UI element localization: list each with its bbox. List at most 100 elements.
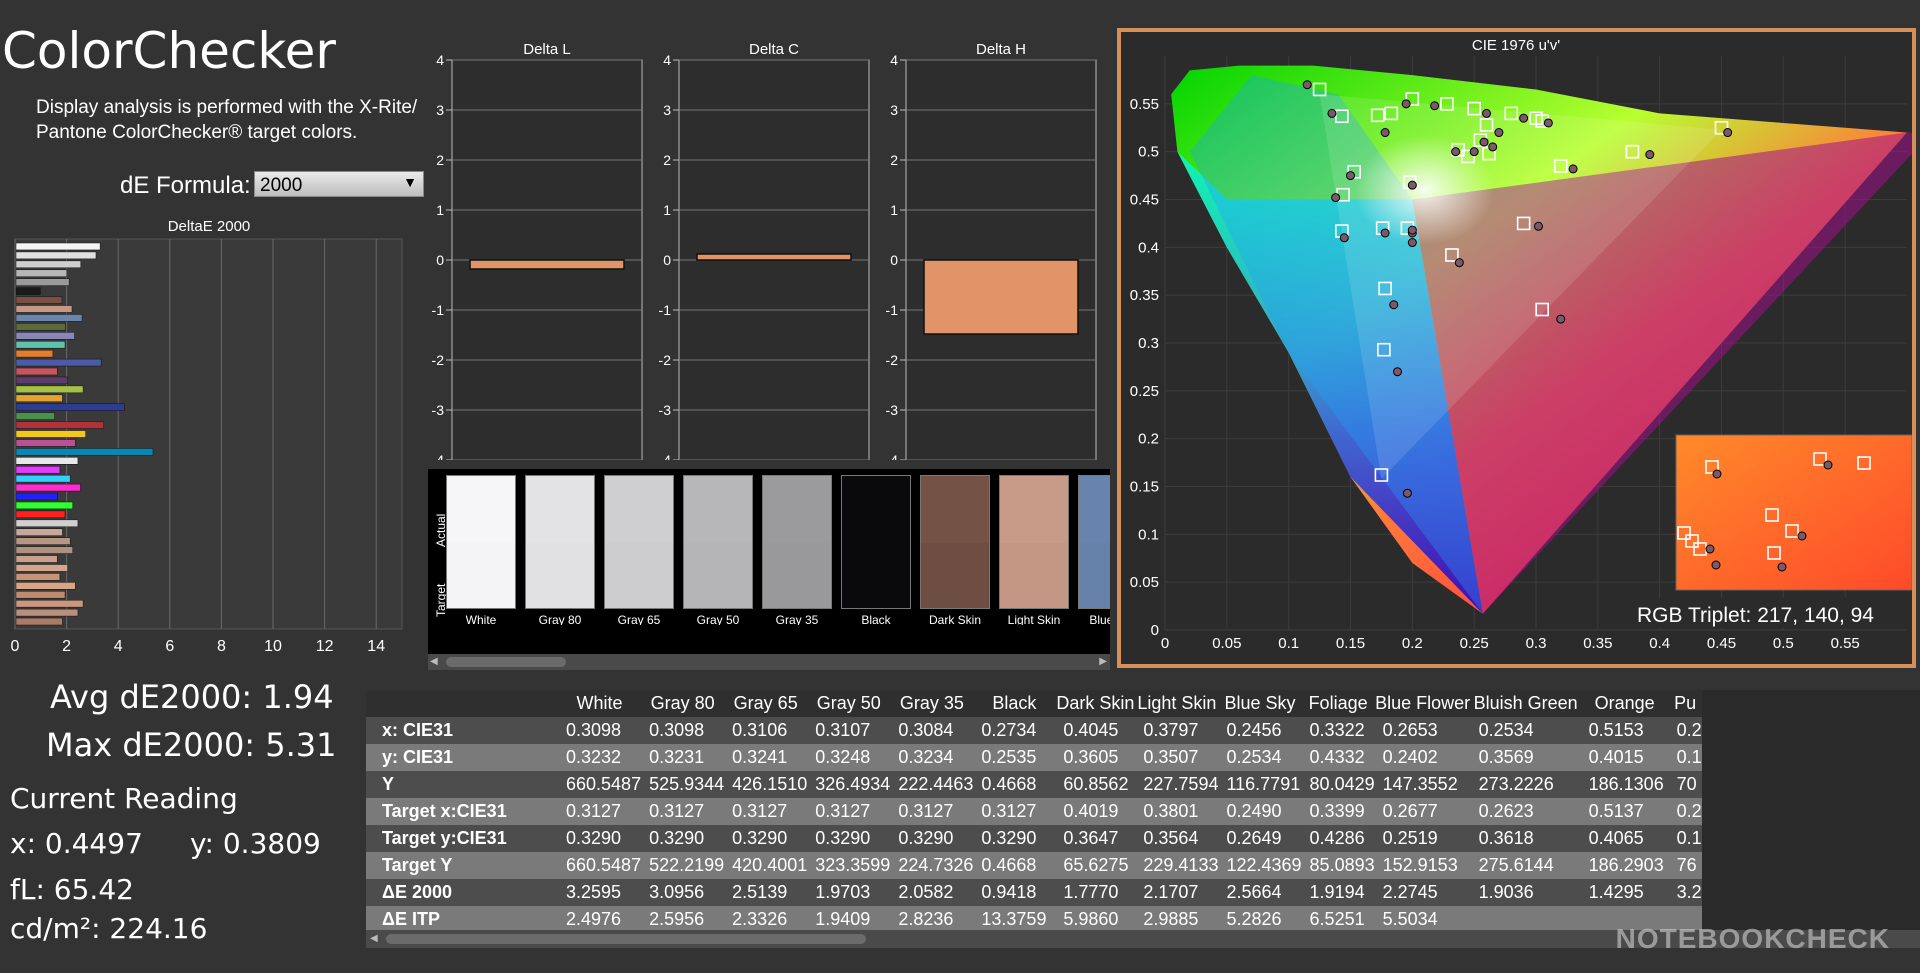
cie-ytick-label: 0.3 <box>1138 335 1159 352</box>
delta-tick-label: 2 <box>436 152 444 168</box>
table-cell: 2.5139 <box>732 882 788 902</box>
table-cell: 0.3127 <box>566 801 622 821</box>
cie-xtick-label: 0.2 <box>1402 635 1423 652</box>
delta-tick-label: 4 <box>890 52 898 68</box>
delta-tick-label: 1 <box>890 202 898 218</box>
table-cell <box>1471 906 1581 933</box>
delta-tick-label: -1 <box>886 302 899 318</box>
deltae-bar <box>15 448 154 456</box>
swatch-target <box>841 543 911 609</box>
table-cell: 1.9409 <box>815 909 871 929</box>
table-cell: 0.3290 <box>732 828 788 848</box>
table-cell: 275.6144 <box>1478 855 1554 875</box>
table-cell: 229.4133 <box>1143 855 1219 875</box>
swatch-scroll-thumb[interactable] <box>446 657 566 667</box>
table-cell: 0.2456 <box>1226 720 1282 740</box>
table-cell: 0.2 <box>1676 801 1702 821</box>
swatch-label: Gray 65 <box>617 613 661 625</box>
table-cell: 0.2677 <box>1382 801 1438 821</box>
scroll-right-icon[interactable]: ▶ <box>1099 656 1107 667</box>
table-cell: 65.6275 <box>1063 855 1129 875</box>
delta-tick-label: -1 <box>432 302 445 318</box>
delta-tick-label: -2 <box>886 352 899 368</box>
table-cell: 323.3599 <box>815 855 891 875</box>
deltae-tick-label: 8 <box>217 638 226 655</box>
table-cell: 0.5153 <box>1588 720 1644 740</box>
actual-point <box>1568 164 1578 174</box>
table-cell: 0.4019 <box>1063 801 1119 821</box>
delta-tick-label: 0 <box>663 252 671 268</box>
actual-point <box>1389 300 1399 310</box>
table-cell: 5.9860 <box>1063 909 1119 929</box>
actual-point <box>1407 238 1417 248</box>
deltae-bar <box>15 492 58 501</box>
delta-chart-title: Delta H <box>976 41 1026 58</box>
formula-select[interactable]: 2000 ▼ <box>254 171 424 197</box>
deltae-bar <box>15 269 68 277</box>
table-cell: 1.9036 <box>1478 882 1534 902</box>
scroll-left-icon[interactable]: ◀ <box>430 656 438 667</box>
table-cell: 0.5137 <box>1588 801 1644 821</box>
table-column-header: Gray 65 <box>733 693 798 713</box>
actual-point <box>1430 101 1440 111</box>
table-header-row: White Gray 80 Gray 65 Gray 50 Gray 35 Black Da… <box>366 690 1702 717</box>
deltae-bar <box>15 323 66 331</box>
table-row: ΔE ITP 2.4976 2.5956 2.3326 1.9409 2.8236 13.3… <box>366 906 1702 933</box>
table-scroll-left-icon[interactable]: ◀ <box>370 933 378 944</box>
table-cell: 0.3507 <box>1143 747 1199 767</box>
table-cell: 186.1306 <box>1588 774 1664 794</box>
table-cell: 222.4463 <box>898 774 974 794</box>
swatch-label: Black <box>861 613 891 625</box>
deltae-bar <box>15 376 68 385</box>
actual-point <box>1407 180 1417 190</box>
table-cell: 0.3098 <box>566 720 622 740</box>
table-cell: 0.4045 <box>1063 720 1119 740</box>
deltae-bar <box>15 528 63 536</box>
table-cell: 0.2649 <box>1226 828 1282 848</box>
actual-point <box>1645 150 1655 160</box>
cie-xtick-label: 0.05 <box>1212 635 1241 652</box>
swatch-scrollbar[interactable]: ◀ ▶ <box>428 654 1110 670</box>
table-cell: 0.3127 <box>898 801 954 821</box>
table-row-label: ΔE ITP <box>382 909 440 929</box>
table-row: ΔE 2000 3.2595 3.0956 2.5139 1.9703 2.0582 0.9… <box>366 879 1702 906</box>
table-cell: 3.0956 <box>649 882 705 902</box>
table-cell: 13.3759 <box>981 909 1047 929</box>
swatch-target <box>604 543 674 609</box>
swatch-actual <box>920 475 990 545</box>
cie-xtick-label: 0.25 <box>1460 635 1489 652</box>
data-table-wrap: White Gray 80 Gray 65 Gray 50 Gray 35 Black Da… <box>366 690 1920 948</box>
swatch-target <box>446 543 516 609</box>
actual-point <box>1401 99 1411 109</box>
actual-point <box>1380 128 1390 138</box>
table-cell: 1.9194 <box>1309 882 1365 902</box>
table-cell: 5.2826 <box>1226 909 1282 929</box>
actual-point <box>1339 233 1349 243</box>
cie-ytick-label: 0.1 <box>1138 526 1159 543</box>
table-cell: 0.3605 <box>1063 747 1119 767</box>
cie-xtick-label: 0.35 <box>1583 635 1612 652</box>
swatch-actual <box>683 475 753 545</box>
table-cell: 0.3290 <box>815 828 871 848</box>
table-cell: 0.2623 <box>1478 801 1534 821</box>
cie-ytick-label: 0.05 <box>1130 574 1159 591</box>
watermark-logo: NOTEBOOKCHECK <box>1615 923 1890 954</box>
deltae-bar <box>15 537 71 545</box>
cie-xtick-label: 0.15 <box>1336 635 1365 652</box>
table-column-header: Pu <box>1674 693 1697 713</box>
deltae-bar <box>15 591 66 599</box>
formula-label: dE Formula: <box>120 172 251 199</box>
table-cell: 70 <box>1676 774 1697 794</box>
table-cell: 0.3127 <box>981 801 1037 821</box>
cie-ytick-label: 0.45 <box>1130 192 1159 209</box>
deltae-tick-label: 14 <box>367 638 385 655</box>
table-scroll-thumb[interactable] <box>386 934 866 944</box>
swatch-label: White <box>465 613 497 625</box>
table-cell: 0.3647 <box>1063 828 1119 848</box>
cie-ytick-label: 0.35 <box>1130 287 1159 304</box>
table-cell: 1.4295 <box>1588 882 1644 902</box>
table-cell: 85.0893 <box>1309 855 1375 875</box>
delta-tick-label: -4 <box>659 452 672 460</box>
deltae-bar <box>15 314 83 322</box>
table-cell: 0.4065 <box>1588 828 1644 848</box>
